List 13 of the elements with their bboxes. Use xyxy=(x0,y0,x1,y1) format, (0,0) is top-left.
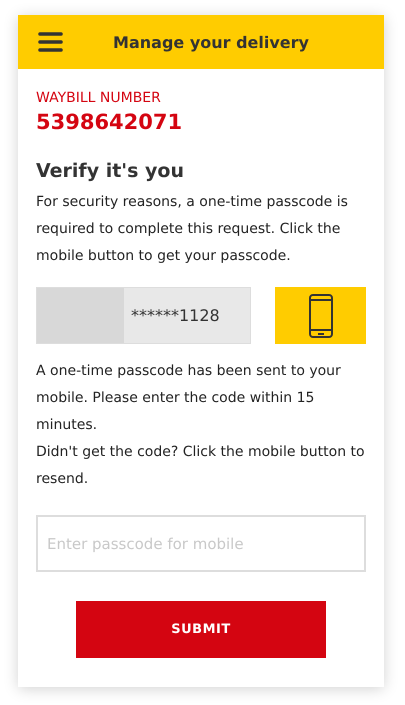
resend-notice: Didn't get the code? Click the mobile button to resend. xyxy=(36,443,366,489)
mobile-phone-icon xyxy=(308,294,332,338)
submit-button[interactable]: SUBMIT xyxy=(76,601,326,658)
intro-text: For security reasons, a one-time passcode is required to complete this request. Click the mobile button to get your passcode. xyxy=(36,193,349,266)
mobile-button[interactable] xyxy=(275,287,366,344)
waybill-label: WAYBILL NUMBER xyxy=(36,89,162,107)
page-title: Manage your delivery xyxy=(112,32,310,54)
menu-button[interactable] xyxy=(38,31,63,53)
phone-number-field[interactable]: ******1128 xyxy=(36,287,251,344)
waybill-number: 5398642071 xyxy=(36,109,184,135)
menu-icon xyxy=(38,31,63,53)
sent-notice: A one-time passcode has been sent to your mobile. Please enter the code within 15 minutes. xyxy=(36,362,342,435)
section-heading: Verify it's you xyxy=(36,159,186,183)
